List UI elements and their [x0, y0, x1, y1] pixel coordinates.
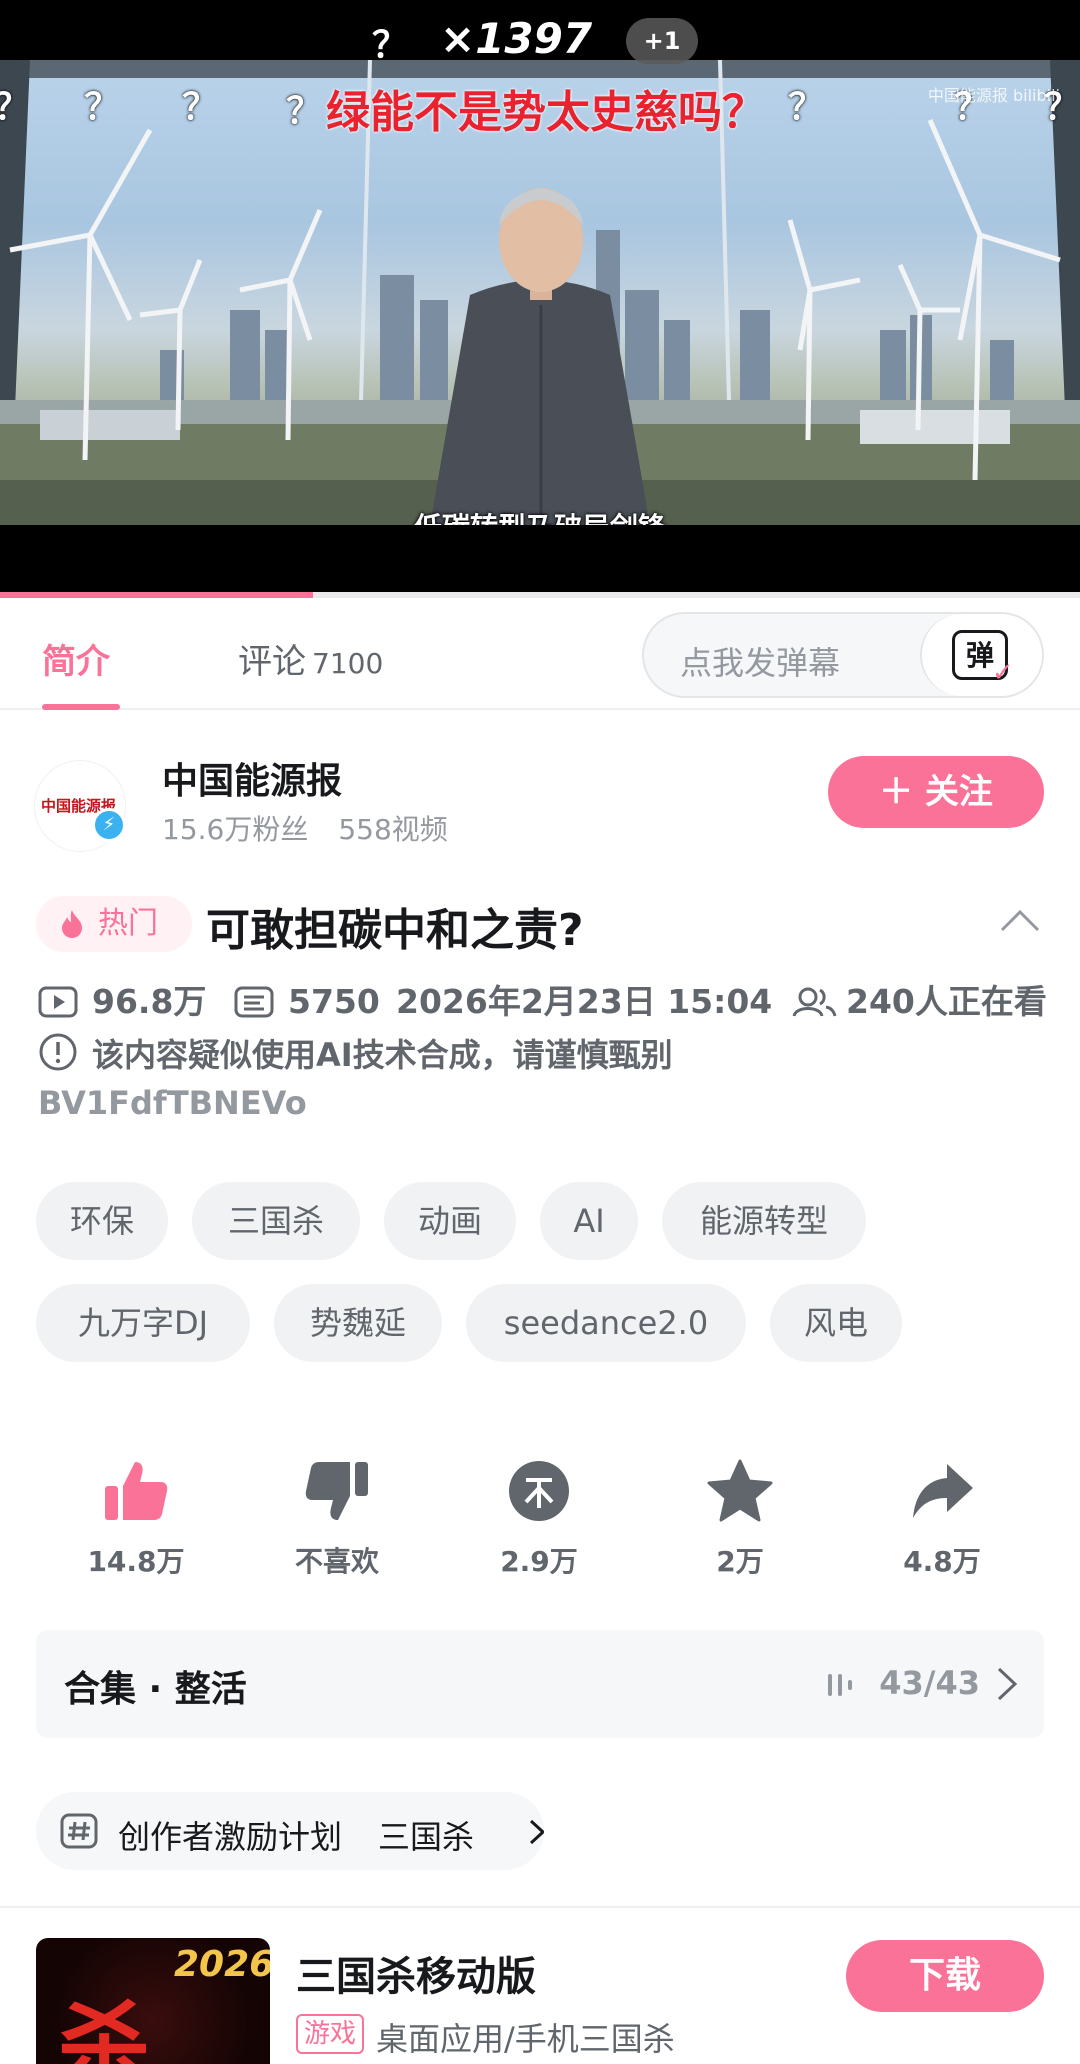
check-icon: ✓ — [992, 658, 1014, 688]
tab-comments[interactable]: 评论 7100 — [238, 634, 383, 683]
share-button[interactable]: 4.8万 — [867, 1456, 1017, 1578]
danmaku-layer: ？ ×1397 +1 — [0, 0, 1080, 66]
tab-comments-label: 评论 — [238, 642, 306, 682]
episode-list-icon — [828, 1674, 852, 1696]
like-count: 14.8万 — [87, 1545, 185, 1578]
hot-badge-label: 热门 — [98, 906, 158, 941]
warning-icon — [39, 1033, 77, 1071]
bvid[interactable]: BV1FdfTBNEVo — [38, 1084, 307, 1122]
danmaku-comment: ？ — [0, 78, 30, 130]
hashtag-icon — [60, 1813, 98, 1849]
game-cover-character: 杀 — [58, 1993, 151, 2064]
watching-now: 240人正在看 — [792, 980, 1048, 1024]
game-cover-image[interactable]: 2026 杀 — [36, 1938, 270, 2064]
view-count-text: 96.8万 — [92, 982, 207, 1021]
danmaku-input-placeholder: 点我发弹幕 — [680, 644, 841, 682]
plus-one-badge[interactable]: +1 — [626, 18, 698, 64]
video-player[interactable]: 低碳转型乃破局剑锋 ？ ×1397 +1 ？ ？ ？ ？ 绿能不是势太史慈吗？ … — [0, 0, 1080, 598]
view-count: 96.8万 — [38, 980, 206, 1024]
coin-icon — [509, 1461, 569, 1521]
uploader-info: 中国能源报 ⚡ 中国能源报 15.6万粉丝 558视频 ＋ 关注 — [0, 712, 1080, 852]
like-button[interactable]: 14.8万 — [61, 1456, 211, 1578]
watching-now-text: 240人正在看 — [846, 982, 1047, 1021]
tab-active-indicator — [42, 704, 120, 710]
hot-badge[interactable]: 热门 — [36, 896, 192, 952]
topic-item: 创作者激励计划 — [118, 1818, 343, 1856]
thumbs-up-icon — [105, 1462, 168, 1520]
game-name[interactable]: 三国杀移动版 — [296, 1944, 536, 2002]
uploader-videos: 558视频 — [338, 813, 448, 846]
people-icon — [792, 987, 837, 1017]
download-button[interactable]: 下载 — [846, 1940, 1044, 2012]
dislike-label: 不喜欢 — [294, 1545, 379, 1578]
coin-count: 2.9万 — [500, 1545, 578, 1578]
ai-content-notice: 该内容疑似使用AI技术合成，请谨慎甄别 — [38, 1030, 673, 1076]
game-description: 桌面应用/手机三国杀 — [376, 2020, 675, 2058]
thumbs-down-icon — [305, 1462, 368, 1520]
topic-chip[interactable]: 创作者激励计划 三国杀 — [36, 1792, 544, 1870]
tag-item[interactable]: AI — [540, 1182, 638, 1260]
collection-count: 43/43 — [879, 1664, 980, 1702]
tag-item[interactable]: 环保 — [36, 1182, 168, 1260]
share-arrow-icon — [913, 1464, 973, 1518]
tag-item[interactable]: 九万字DJ — [36, 1284, 250, 1362]
share-count: 4.8万 — [903, 1545, 981, 1578]
collection-title: 合集 · 整活 — [64, 1669, 247, 1710]
video-meta: 96.8万 5750 2026年2月23日 15:04 240人正在看 — [38, 980, 1048, 1024]
chevron-right-icon — [997, 1667, 1018, 1701]
favorite-count: 2万 — [716, 1545, 764, 1578]
danmaku-count-text: 5750 — [288, 982, 380, 1021]
topic-item: 三国杀 — [378, 1818, 475, 1856]
chevron-up-icon[interactable] — [1000, 908, 1040, 932]
tag-item[interactable]: 三国杀 — [192, 1182, 360, 1260]
chevron-right-icon — [529, 1819, 544, 1845]
uploader-fans: 15.6万粉丝 — [162, 813, 309, 846]
game-category-badge: 游戏 — [296, 2014, 365, 2054]
uploader-name[interactable]: 中国能源报 — [162, 752, 342, 804]
video-subtitle: 低碳转型乃破局剑锋 — [0, 506, 1080, 525]
favorite-button[interactable]: 2万 — [665, 1456, 815, 1578]
collection-card[interactable]: 合集 · 整活 43/43 — [36, 1630, 1044, 1738]
danmaku-comment: ？ — [788, 87, 825, 128]
danmaku-comment: ？ — [372, 25, 409, 66]
tag-item[interactable]: 能源转型 — [662, 1182, 866, 1260]
star-icon — [707, 1459, 773, 1522]
verified-icon: ⚡ — [92, 808, 126, 842]
danmaku-combo-count: ×1397 — [440, 14, 593, 63]
video-title: 可敢担碳中和之责? — [206, 905, 584, 956]
video-watermark: 中国能源报 bilibili — [927, 86, 1060, 105]
danmaku-highlight: 绿能不是势太史慈吗？ — [326, 87, 766, 138]
play-count-icon — [38, 986, 78, 1018]
publish-date: 2026年2月23日 15:04 — [396, 982, 773, 1021]
topic-list: 创作者激励计划 三国杀 — [118, 1812, 490, 1858]
danmaku-comment: ？ — [286, 91, 323, 132]
danmaku-icon-label: 弹 — [965, 639, 994, 672]
danmaku-comment: ？ — [84, 87, 121, 128]
follow-button[interactable]: ＋ 关注 — [828, 756, 1044, 828]
danmaku-count: 5750 — [234, 980, 380, 1024]
coin-button[interactable]: 2.9万 — [464, 1456, 614, 1578]
danmaku-comment: ？ — [182, 87, 219, 128]
tag-item[interactable]: seedance2.0 — [466, 1284, 746, 1362]
danmaku-count-icon — [234, 986, 274, 1018]
dislike-button[interactable]: 不喜欢 — [262, 1456, 412, 1578]
tag-item[interactable]: 势魏延 — [274, 1284, 442, 1362]
tab-intro[interactable]: 简介 — [42, 634, 110, 683]
danmaku-toggle-button[interactable]: 弹 ✓ — [920, 614, 1042, 696]
tag-item[interactable]: 动画 — [384, 1182, 516, 1260]
section-divider — [0, 1906, 1080, 1908]
comments-count: 7100 — [312, 647, 384, 680]
game-cover-year: 2026 — [174, 1944, 270, 1985]
tag-item[interactable]: 风电 — [770, 1284, 902, 1362]
ai-notice-text: 该内容疑似使用AI技术合成，请谨慎甄别 — [92, 1036, 673, 1074]
flame-icon — [62, 910, 82, 938]
uploader-stats: 15.6万粉丝 558视频 — [162, 808, 448, 848]
danmaku-input[interactable]: 点我发弹幕 弹 ✓ — [642, 612, 1044, 698]
